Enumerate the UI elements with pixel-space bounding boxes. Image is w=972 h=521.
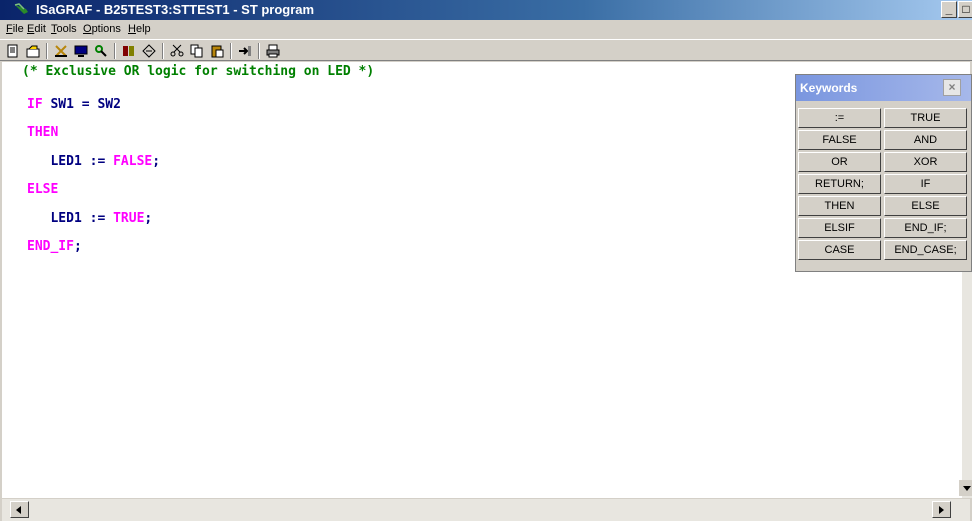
menu-help-label: elp [135,23,151,35]
compile-icon[interactable] [52,43,70,59]
keyword-button[interactable]: CASE [798,240,881,260]
keyword-button[interactable]: XOR [884,152,967,172]
menu-help[interactable]: Help [128,23,151,35]
code-line: ELSE [27,182,59,197]
dictionary-icon[interactable] [120,43,138,59]
goto-icon[interactable] [236,43,254,59]
menu-edit[interactable]: Edit [27,23,46,35]
scroll-left-icon [16,506,21,514]
copy-icon[interactable] [188,43,206,59]
menu-bar: File Edit Tools Options Help [0,20,972,39]
keyword-button[interactable]: END_IF; [884,218,967,238]
scroll-right-icon [939,506,944,514]
keyword-button[interactable]: TRUE [884,108,967,128]
scroll-left-button[interactable] [10,501,29,518]
monitor-icon[interactable] [72,43,90,59]
keywords-close-button[interactable]: × [943,79,961,96]
keywords-title-bar[interactable]: Keywords × [796,75,971,101]
scroll-down-icon [963,486,971,491]
maximize-button[interactable]: □ [958,1,972,18]
menu-file[interactable]: File [6,23,24,35]
keyword-button[interactable]: RETURN; [798,174,881,194]
open-icon[interactable] [24,43,42,59]
code-line: END_IF; [27,239,82,254]
variables-icon[interactable] [140,43,158,59]
keyword-button[interactable]: := [798,108,881,128]
isagraf-app-icon [14,3,30,17]
scroll-right-button[interactable] [932,501,951,518]
title-bar[interactable]: ISaGRAF - B25TEST3:STTEST1 - ST program … [0,0,972,20]
keywords-title: Keywords [800,81,858,95]
cut-icon[interactable] [168,43,186,59]
keywords-panel: Keywords × := TRUE FALSE AND OR XOR RETU… [795,74,972,272]
keyword-button[interactable]: ELSE [884,196,967,216]
window-title: ISaGRAF - B25TEST3:STTEST1 - ST program [36,2,315,17]
keyword-button[interactable]: FALSE [798,130,881,150]
menu-tools-label: ools [56,23,77,35]
code-line: LED1 := FALSE; [27,154,161,169]
keyword-button[interactable]: THEN [798,196,881,216]
toolbar [0,39,972,61]
isagraf-window: ISaGRAF - B25TEST3:STTEST1 - ST program … [0,0,972,521]
keyword-button[interactable]: ELSIF [798,218,881,238]
keyword-button[interactable]: OR [798,152,881,172]
horizontal-scrollbar[interactable] [2,498,970,521]
keyword-button[interactable]: IF [884,174,967,194]
keyword-button[interactable]: END_CASE; [884,240,967,260]
menu-edit-label: dit [34,23,46,35]
keyword-button[interactable]: AND [884,130,967,150]
paste-icon[interactable] [208,43,226,59]
new-icon[interactable] [4,43,22,59]
print-icon[interactable] [264,43,282,59]
code-line: (* Exclusive OR logic for switching on L… [22,64,375,79]
menu-options[interactable]: Options [83,23,121,35]
debug-icon[interactable] [92,43,110,59]
menu-tools[interactable]: Tools [51,23,77,35]
code-line: IF SW1 = SW2 [27,97,121,112]
menu-options-label: ptions [91,23,121,35]
code-line: THEN [27,125,59,140]
code-line: LED1 := TRUE; [27,211,153,226]
menu-file-label: ile [12,23,24,35]
minimize-button[interactable]: _ [941,1,957,18]
